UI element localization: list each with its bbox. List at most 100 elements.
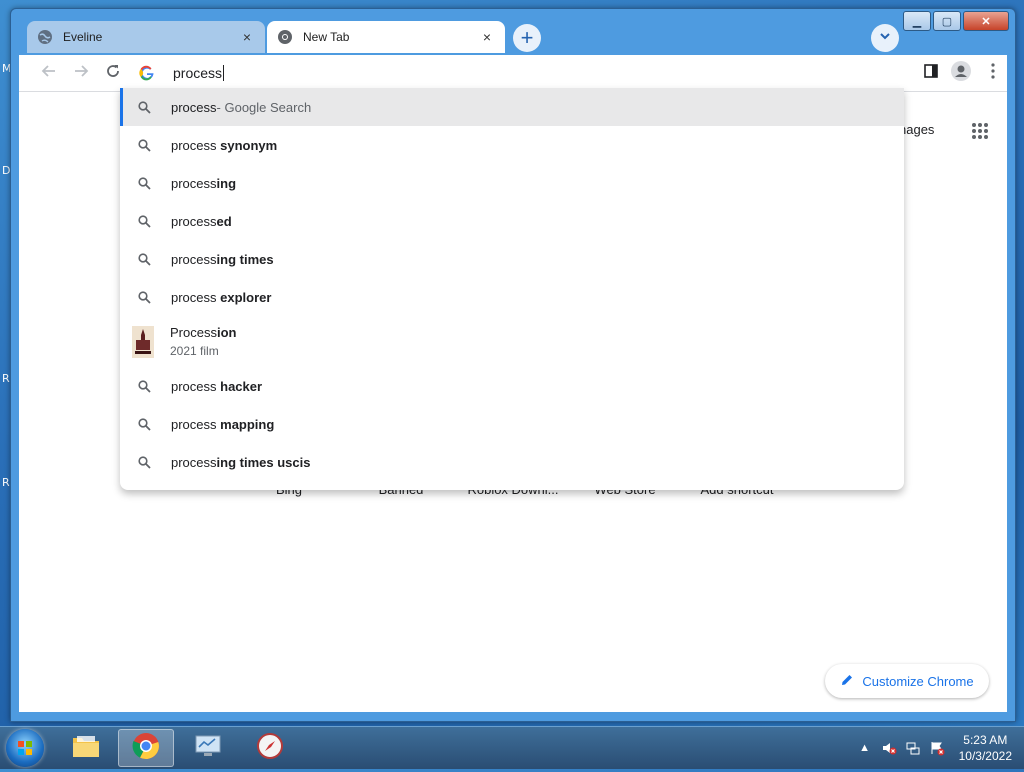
side-panel-button[interactable] (921, 63, 941, 83)
clock[interactable]: 5:23 AM 10/3/2022 (959, 732, 1012, 764)
network-icon[interactable] (905, 740, 921, 756)
tab-strip: Eveline × New Tab × + ▁ ▢ ✕ (11, 9, 1015, 55)
reload-button[interactable] (103, 63, 123, 83)
arrow-left-icon (41, 63, 57, 84)
action-center-flag-icon[interactable] (929, 740, 945, 756)
suggestion-item[interactable]: process - Google Search (120, 88, 904, 126)
close-tab-icon[interactable]: × (239, 29, 255, 45)
back-button[interactable] (39, 63, 59, 83)
suggestion-item[interactable]: process explorer (120, 278, 904, 316)
desktop-icon-label: R (2, 476, 10, 489)
customize-label: Customize Chrome (862, 673, 974, 689)
suggestion-typed: process (171, 289, 221, 305)
monitor-icon (193, 733, 223, 764)
taskbar: ▲ 5:23 AM 10/3/2022 (0, 726, 1024, 769)
globe-icon (37, 29, 53, 45)
profile-button[interactable] (951, 60, 971, 86)
close-tab-icon[interactable]: × (479, 29, 495, 45)
apps-grid-icon[interactable] (971, 122, 989, 140)
search-icon (136, 416, 152, 432)
suggestion-typed: process (171, 416, 221, 432)
suggestion-typed: process (171, 213, 217, 229)
close-window-button[interactable]: ✕ (963, 11, 1009, 31)
search-icon (136, 213, 152, 229)
suggestion-item[interactable]: process hacker (120, 367, 904, 405)
suggestion-item[interactable]: process ing (120, 164, 904, 202)
search-icon (136, 454, 152, 470)
suggestion-entity-text: Procession 2021 film (170, 325, 236, 358)
google-g-icon (139, 65, 155, 81)
suggestion-item[interactable]: process mapping (120, 405, 904, 443)
taskbar-explorer[interactable] (58, 729, 114, 767)
kebab-menu-icon (991, 62, 995, 84)
taskbar-app[interactable] (242, 729, 298, 767)
windows-logo-icon (18, 741, 32, 755)
suggestion-item[interactable]: process ing times uscis (120, 443, 904, 481)
chrome-icon (277, 29, 293, 45)
suggestion-completion: ing (216, 175, 237, 191)
suggestion-item[interactable]: process ed (120, 202, 904, 240)
search-icon (136, 137, 152, 153)
search-icon (136, 251, 152, 267)
side-panel-icon (924, 63, 938, 83)
reload-icon (105, 63, 121, 84)
compass-icon (256, 732, 284, 765)
tab-search-button[interactable] (871, 24, 899, 52)
suggestion-typed: process (171, 99, 217, 115)
chevron-down-icon (878, 29, 892, 48)
customize-chrome-button[interactable]: Customize Chrome (825, 664, 989, 698)
suggestion-completion: ion (216, 325, 237, 340)
tab-title: New Tab (303, 30, 350, 44)
search-icon (136, 99, 152, 115)
show-hidden-icons[interactable]: ▲ (857, 740, 873, 756)
forward-button[interactable] (71, 63, 91, 83)
taskbar-chrome[interactable] (118, 729, 174, 767)
suggestion-typed: Process (170, 325, 217, 340)
search-icon (136, 378, 152, 394)
suggestion-completion: ed (216, 213, 232, 229)
movie-poster-thumbnail (132, 325, 154, 358)
arrow-right-icon (73, 63, 89, 84)
suggestion-subtitle: 2021 film (170, 344, 219, 358)
browser-toolbar: process (19, 55, 1007, 92)
suggestion-completion: mapping (220, 416, 275, 432)
suggestion-typed: process (171, 137, 221, 153)
omnibox-suggestions: process - Google Search process synonym … (120, 88, 904, 490)
suggestion-completion: ing times (216, 251, 274, 267)
taskbar-monitor[interactable] (180, 729, 236, 767)
images-link[interactable]: nages (899, 122, 934, 137)
search-icon (136, 289, 152, 305)
maximize-button[interactable]: ▢ (933, 11, 961, 31)
suggestion-completion: synonym (220, 137, 278, 153)
minimize-button[interactable]: ▁ (903, 11, 931, 31)
omnibox-input[interactable]: process (173, 65, 222, 81)
tab-eveline[interactable]: Eveline × (27, 21, 265, 53)
suggestion-typed: process (171, 251, 217, 267)
suggestion-completion: hacker (220, 378, 263, 394)
suggestion-item[interactable]: process synonym (120, 126, 904, 164)
clock-date: 10/3/2022 (958, 749, 1012, 763)
start-button[interactable] (6, 729, 44, 767)
suggestion-typed: process (171, 378, 221, 394)
clock-time: 5:23 AM (963, 733, 1008, 747)
folder-icon (71, 733, 101, 764)
volume-muted-icon[interactable] (881, 740, 897, 756)
tab-new-tab[interactable]: New Tab × (267, 21, 505, 53)
suggestion-completion: explorer (220, 289, 272, 305)
suggestion-typed: process (171, 175, 217, 191)
system-tray: ▲ 5:23 AM 10/3/2022 (857, 727, 1024, 769)
menu-button[interactable] (983, 62, 1003, 84)
avatar-icon (951, 60, 971, 86)
omnibox[interactable]: process (121, 55, 905, 91)
suggestion-entity[interactable]: Procession 2021 film (120, 316, 904, 367)
text-caret (223, 65, 225, 81)
suggestion-completion: ing times uscis (216, 454, 311, 470)
suggestion-item[interactable]: process ing times (120, 240, 904, 278)
search-icon (136, 175, 152, 191)
desktop-icon-label: R (2, 372, 10, 385)
window-controls: ▁ ▢ ✕ (903, 11, 1009, 31)
pencil-icon (840, 673, 854, 690)
tab-title: Eveline (63, 30, 103, 44)
suggestion-suffix: - Google Search (216, 99, 312, 115)
new-tab-button[interactable]: + (513, 24, 541, 52)
